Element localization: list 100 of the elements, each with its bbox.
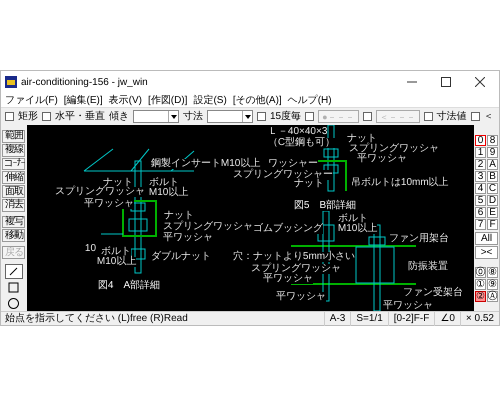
dropdown-field[interactable] [133,110,179,123]
drawing-label: スプリングワッシャ [348,144,439,154]
tool-button[interactable]: 複写 [2,216,26,228]
layer-group-button[interactable]: ⑨ [487,279,498,290]
status-message: 始点を指示してください (L)free (R)Read [4,312,189,326]
drawing-label: ファン用架台 [388,234,449,244]
menu-item[interactable]: [その他(A)] [232,92,282,108]
layer-button[interactable]: 5 [475,195,486,206]
menu-item[interactable]: ヘルプ(H) [288,92,332,108]
figure-caption: 図5 B部詳細 [294,201,356,211]
drawing-label: ナット [346,134,377,144]
drawing-label: M10以上 [96,257,136,267]
drawing-label: 平ワッシャ [162,233,213,243]
status-field: ∠0 [434,311,460,326]
layer-group-button[interactable]: ① [475,279,486,290]
layer-button[interactable]: 2 [475,159,486,170]
menu-item[interactable]: [編集(E)] [64,92,103,108]
checkbox-label: 水平・垂直 [55,110,105,124]
drawing-label: 防振装置 [408,262,448,272]
close-icon [475,77,485,87]
drawing-label: 平ワッシャ [84,199,134,209]
tool-button[interactable]: 消去 [2,198,26,212]
layer-button[interactable]: 9 [487,147,498,158]
layer-group-button[interactable]: Ⓐ [487,291,498,302]
layer-button[interactable]: D [487,195,498,206]
field-label: 寸法 [183,110,203,124]
swap-layers-button[interactable]: >< [475,246,498,259]
status-field: S=1/1 [350,311,388,326]
all-layers-button[interactable]: All [475,232,498,245]
layer-button[interactable]: 7 [475,219,486,230]
tool-button[interactable]: 範囲 [2,130,26,143]
drawing-canvas[interactable] [26,125,474,311]
drawing-label: 平ワッシャ [262,274,313,284]
dropdown-arrow-icon [168,111,178,122]
drawing-label: ダブルナット [150,252,211,262]
drawing-label: スプリングワッシャー [232,170,333,180]
status-field: [0-2]F-F [388,311,434,326]
layer-group-button[interactable]: ⑧ [487,267,498,278]
menu-item[interactable]: ファイル(F) [5,92,58,108]
layer-button[interactable]: 8 [487,135,498,146]
drawing-label: ファン受架台 [402,288,463,298]
status-field: A-3 [324,311,350,326]
layer-button[interactable]: A [487,159,498,170]
drawing-label: 吊ボルトは10mm以上 [350,178,449,188]
layer-button[interactable]: 1 [475,147,486,158]
maximize-icon [441,77,451,87]
drawing-label: M10以上 [338,224,378,234]
drawing-label: ワッシャー [268,159,318,169]
layer-group-button[interactable]: ⓪ [475,267,486,278]
field-label: 傾き [109,110,129,124]
menu-item[interactable]: [作図(D)] [148,92,188,108]
layer-button[interactable]: F [487,219,498,230]
checkbox[interactable] [5,112,14,121]
window-title: air-conditioning-156 - jw_win [21,76,148,90]
drawing-label: スプリングワッシャ [54,187,145,197]
drawing-label: ナット [294,179,324,189]
drawing-label: 平ワッシャ [356,154,407,164]
drawing-label: ボルト [100,247,131,257]
tool-button[interactable]: 複線 [2,144,26,157]
tool-button[interactable]: 面取 [2,185,26,198]
checkbox-label: ＜ [484,110,494,124]
drawing-label: M10以上 [148,188,188,198]
drawing-label: スプリングワッシャ [250,264,341,274]
layer-button[interactable]: 6 [475,207,486,218]
drawing-label: ナット [102,178,133,188]
layer-group-button[interactable]: ② [475,291,486,302]
drawing-label: 鋼製インサートM10以上 [150,159,260,169]
menu-item[interactable]: 設定(S) [193,92,227,108]
drawing-label: Ｌ－40×40×3 [268,127,328,137]
figure-caption: 図4 A部詳細 [98,281,160,291]
drawing-label: 穴：ナットより5mm小さい [232,252,356,262]
dropdown-arrow-icon [242,111,252,122]
drawing-label: 平ワッシャ [382,301,433,311]
line-tool-icon[interactable] [4,264,23,280]
checkbox-label: 矩形 [18,110,38,124]
dropdown-field[interactable] [207,110,253,123]
layer-button[interactable]: 4 [475,183,486,194]
checkbox[interactable] [470,112,480,121]
checkbox-label: 寸法値 [436,110,467,124]
app-logo-icon [5,76,17,88]
tool-button[interactable]: 伸縮 [2,171,26,184]
layer-button[interactable]: B [487,171,498,182]
layer-button[interactable]: C [487,183,498,194]
checkbox[interactable] [42,112,51,121]
menu-item[interactable]: 表示(V) [108,92,142,108]
layer-button[interactable]: E [487,207,498,218]
layer-button[interactable]: 3 [475,171,486,182]
tool-button[interactable]: 移動 [2,229,26,242]
checkbox[interactable] [424,112,433,121]
checkbox[interactable] [257,112,266,121]
drawing-label: ボルト [148,178,179,188]
drawing-label: スプリングワッシャ [162,222,253,232]
tool-button[interactable]: コｰﾅｰ [2,158,26,170]
drawing-label: ボルト [338,214,368,224]
layer-button[interactable]: 0 [475,135,486,146]
checkbox-label: 15度毎 [270,110,302,124]
drawing-label: 10 [84,244,96,254]
drawing-label: 平ワッシャ [276,292,326,302]
drawing-label: ナット [164,211,194,221]
drawing-label: ゴムブッシング [252,224,323,234]
